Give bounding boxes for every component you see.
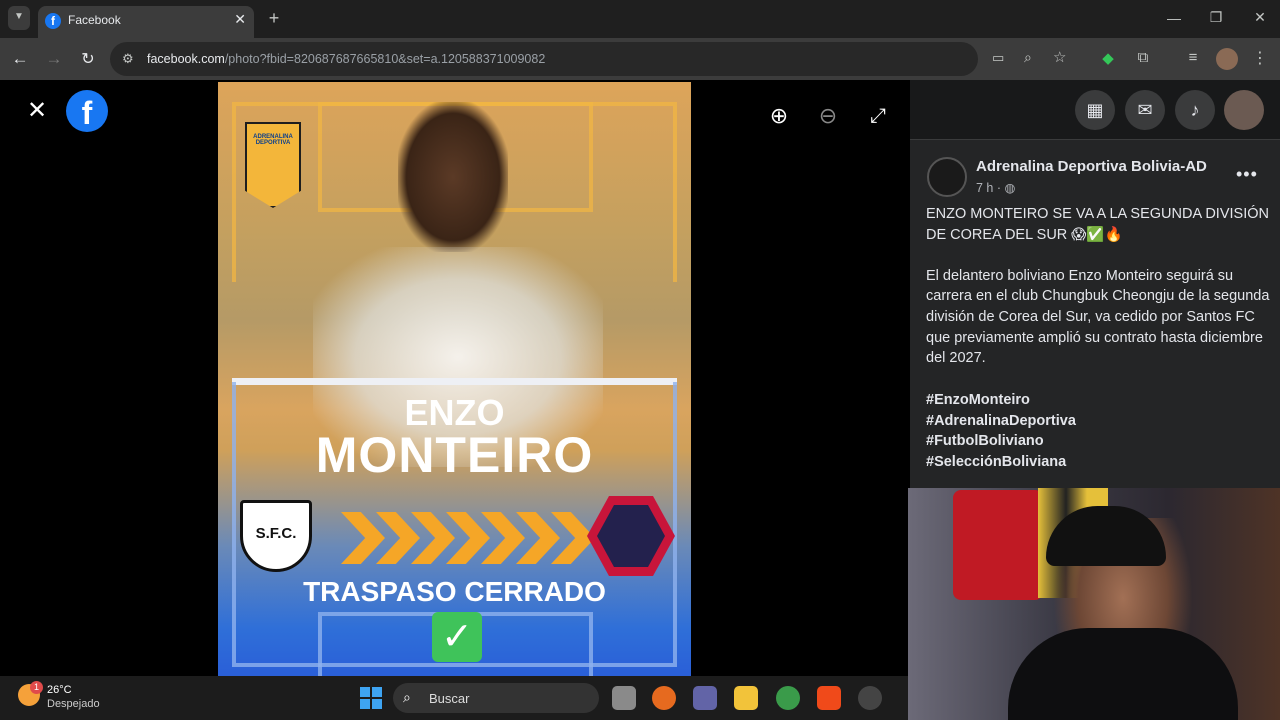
new-tab-button[interactable]: + (264, 8, 284, 29)
zoom-out-icon[interactable]: ⊖ (808, 96, 848, 136)
post-meta: 7 h · ◍ (976, 181, 1016, 195)
player-last-name: MONTEIRO (315, 427, 594, 483)
back-arrow-icon[interactable]: ← (10, 49, 30, 69)
windows-start-icon[interactable] (360, 687, 382, 709)
site-settings-icon[interactable]: ⚙ (122, 51, 134, 67)
post-photo: ADRENALINA DEPORTIVA ENZO MONTEIRO S.F.C… (218, 82, 691, 676)
restore-button[interactable]: ❐ (1206, 9, 1226, 26)
fullscreen-icon[interactable]: ⤢ (858, 96, 898, 136)
chrome-menu-icon[interactable]: ⋮ (1250, 48, 1270, 68)
window-close-button[interactable]: ✕ (1250, 9, 1270, 26)
more-options-icon[interactable]: ••• (1236, 164, 1258, 185)
install-app-icon[interactable]: ▭ (992, 50, 1004, 66)
reload-icon[interactable]: ↻ (78, 49, 98, 69)
tab-list-button[interactable]: ▼ (8, 6, 30, 30)
browser-tab-bar: ▼ f Facebook ✕ + — ❐ ✕ (0, 0, 1280, 38)
close-viewer-icon[interactable]: ✕ (17, 91, 57, 131)
facebook-favicon-icon: f (45, 13, 61, 29)
search-icon: ⌕ (403, 689, 411, 705)
weather-temperature[interactable]: 26°C (47, 684, 72, 696)
task-view-icon[interactable] (612, 686, 636, 710)
file-explorer-icon[interactable] (734, 686, 758, 710)
webcam-overlay (908, 488, 1280, 720)
bookmark-star-icon[interactable]: ☆ (1053, 48, 1066, 66)
globe-icon: ◍ (1004, 181, 1016, 195)
chrome-icon[interactable] (776, 686, 800, 710)
facebook-logo-icon[interactable]: f (66, 90, 108, 132)
post-side-panel: ▦ ✉ ♪ Adrenalina Deportiva Bolivia-AD 7 … (910, 80, 1280, 490)
browser-toolbar: ← → ↻ ⚙ facebook.com/photo?fbid=82068768… (0, 38, 1280, 80)
post-text: ENZO MONTEIRO SE VA A LA SEGUNDA DIVISIÓ… (926, 204, 1271, 369)
taskbar-search[interactable]: ⌕ Buscar (393, 683, 599, 713)
weather-badge: 1 (30, 681, 43, 694)
notifications-bell-icon[interactable]: ♪ (1175, 90, 1215, 130)
forward-arrow-icon[interactable]: → (44, 49, 64, 69)
tab-title: Facebook (68, 13, 121, 27)
streamer-body (1008, 628, 1238, 720)
messenger-icon[interactable]: ✉ (1125, 90, 1165, 130)
tab-close-icon[interactable]: ✕ (234, 11, 246, 28)
photo-viewer: ✕ f ADRENALINA DEPORTIVA ENZO MONTEIRO S… (0, 80, 910, 676)
menu-grid-icon[interactable]: ▦ (1075, 90, 1115, 130)
wall-jersey-red (953, 490, 1043, 600)
post-time[interactable]: 7 h (976, 181, 993, 195)
santos-fc-crest: S.F.C. (240, 500, 312, 572)
hashtag-link[interactable]: #AdrenalinaDeportiva (926, 411, 1076, 432)
transfer-label: TRASPASO CERRADO (303, 576, 606, 607)
tab-facebook[interactable]: f Facebook ✕ (38, 6, 254, 38)
weather-condition[interactable]: Despejado (47, 698, 100, 710)
profile-avatar[interactable] (1216, 48, 1238, 70)
firefox-icon[interactable] (652, 686, 676, 710)
hashtag-link[interactable]: #EnzoMonteiro (926, 390, 1076, 411)
extension-icon[interactable]: ◆ (1098, 49, 1118, 67)
facebook-header: ▦ ✉ ♪ (910, 80, 1280, 140)
media-controls-icon[interactable]: ≡ (1183, 49, 1203, 66)
page-avatar[interactable] (927, 157, 967, 197)
extensions-puzzle-icon[interactable]: ⧉ (1133, 49, 1153, 66)
zoom-in-icon[interactable]: ⊕ (759, 96, 799, 136)
check-mark-icon: ✓ (432, 612, 482, 662)
windows-taskbar: 1 26°C Despejado ⌕ Buscar (0, 676, 908, 720)
post-body: El delantero boliviano Enzo Monteiro seg… (926, 267, 1270, 367)
zoom-icon[interactable]: ⌕ (1024, 49, 1032, 66)
post-headline: ENZO MONTEIRO SE VA A LA SEGUNDA DIVISIÓ… (926, 206, 1269, 243)
minimize-button[interactable]: — (1164, 10, 1184, 26)
account-avatar[interactable] (1224, 90, 1264, 130)
hashtag-link[interactable]: #FutbolBoliviano (926, 431, 1076, 452)
hashtag-list: #EnzoMonteiro #AdrenalinaDeportiva #Futb… (926, 390, 1076, 472)
url-text: facebook.com/photo?fbid=820687687665810&… (147, 52, 546, 66)
address-bar[interactable]: ⚙ facebook.com/photo?fbid=82068768766581… (110, 42, 1066, 76)
teams-icon[interactable] (693, 686, 717, 710)
search-placeholder: Buscar (429, 691, 470, 706)
page-name-link[interactable]: Adrenalina Deportiva Bolivia-AD (976, 158, 1207, 175)
obs-icon[interactable] (858, 686, 882, 710)
hashtag-link[interactable]: #SelecciónBoliviana (926, 452, 1076, 473)
player-head (398, 102, 508, 252)
brave-icon[interactable] (817, 686, 841, 710)
adrenalina-deportiva-logo: ADRENALINA DEPORTIVA (245, 122, 301, 208)
